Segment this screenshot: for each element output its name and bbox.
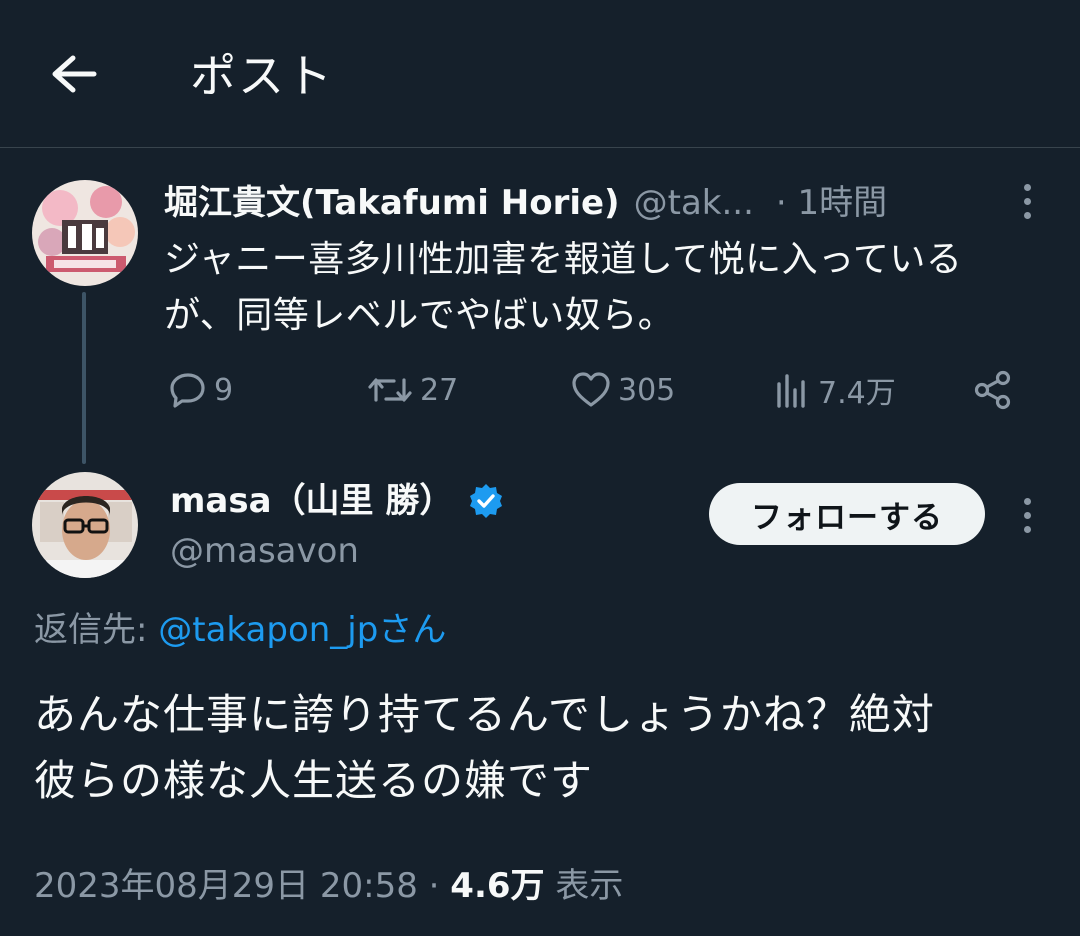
- reply-action[interactable]: 9: [168, 360, 233, 420]
- vertical-dots-icon: [1023, 497, 1031, 505]
- reply-author-avatar[interactable]: [32, 472, 138, 578]
- vertical-dots-icon: [1023, 183, 1031, 191]
- like-action[interactable]: 305: [570, 360, 675, 420]
- avatar-image: [32, 180, 138, 286]
- bar-chart-icon: [777, 374, 805, 408]
- reply-post-header: masa（山里 勝）: [170, 474, 505, 528]
- parent-more-button[interactable]: [1012, 176, 1042, 226]
- like-count: 305: [618, 372, 676, 408]
- parent-post-text: ジャニー喜多川性加害を報道して悦に入っている が、同等レベルでやばい奴ら。: [164, 232, 1054, 344]
- verified-badge-icon[interactable]: [467, 482, 505, 520]
- repost-arrows-icon: [368, 378, 412, 402]
- post-timestamp[interactable]: 2023年08月29日 20:58: [34, 866, 418, 906]
- back-button[interactable]: [44, 44, 104, 104]
- views-action[interactable]: 7.4万: [772, 360, 896, 420]
- parent-post-header: 堀江貴文(Takafumi Horie) @tak... · 1時間: [164, 176, 984, 230]
- arrow-left-icon: [52, 55, 97, 93]
- parent-author-handle[interactable]: @tak...: [634, 183, 754, 223]
- follow-button[interactable]: フォローする: [709, 483, 985, 545]
- page-title: ポスト: [190, 49, 334, 103]
- reply-author-name[interactable]: masa（山里 勝）: [170, 474, 453, 528]
- parent-post-text-line: が、同等レベルでやばい奴ら。: [164, 295, 675, 336]
- parent-author-avatar[interactable]: [32, 180, 138, 286]
- replying-to-mention[interactable]: @takapon_jp: [158, 610, 378, 650]
- parent-post-actions: 9 27 305 7.4万: [164, 360, 1034, 420]
- replying-to-suffix[interactable]: さん: [378, 610, 446, 650]
- parent-author-name[interactable]: 堀江貴文(Takafumi Horie): [164, 183, 620, 223]
- share-action[interactable]: [972, 360, 1014, 420]
- post-meta-row: 2023年08月29日 20:58 · 4.6万 表示: [34, 858, 623, 914]
- reply-post-text: あんな仕事に誇り持てるんでしょうかね？絶対 彼らの様な人生送るの嫌です: [34, 682, 1054, 814]
- reply-more-button[interactable]: [1012, 490, 1042, 540]
- heart-icon: [572, 372, 610, 407]
- reply-count: 9: [214, 372, 234, 408]
- speech-bubble-icon: [170, 373, 205, 408]
- post-views-count[interactable]: 4.6万: [450, 866, 544, 906]
- parent-post-text-line: ジャニー喜多川性加害を報道して悦に入っている: [164, 239, 963, 280]
- avatar-image: [32, 472, 138, 578]
- reply-post-text-line: 彼らの様な人生送るの嫌です: [34, 756, 594, 805]
- top-app-bar: ポスト: [0, 0, 1080, 148]
- parent-post-time[interactable]: · 1時間: [776, 183, 887, 223]
- views-count: 7.4万: [818, 376, 896, 411]
- thread-connector-line: [82, 292, 86, 464]
- reply-author-handle[interactable]: @masavon: [170, 526, 359, 576]
- replying-to-prefix: 返信先:: [34, 610, 159, 650]
- share-nodes-icon: [974, 370, 1011, 410]
- repost-count: 27: [420, 372, 459, 408]
- replying-to-line: 返信先: @takapon_jpさん: [34, 604, 446, 656]
- post-views-label: 表示: [544, 866, 624, 906]
- meta-separator: ·: [417, 866, 451, 906]
- reply-post-text-line: あんな仕事に誇り持てるんでしょうかね？絶対: [34, 690, 935, 739]
- repost-action[interactable]: 27: [366, 360, 458, 420]
